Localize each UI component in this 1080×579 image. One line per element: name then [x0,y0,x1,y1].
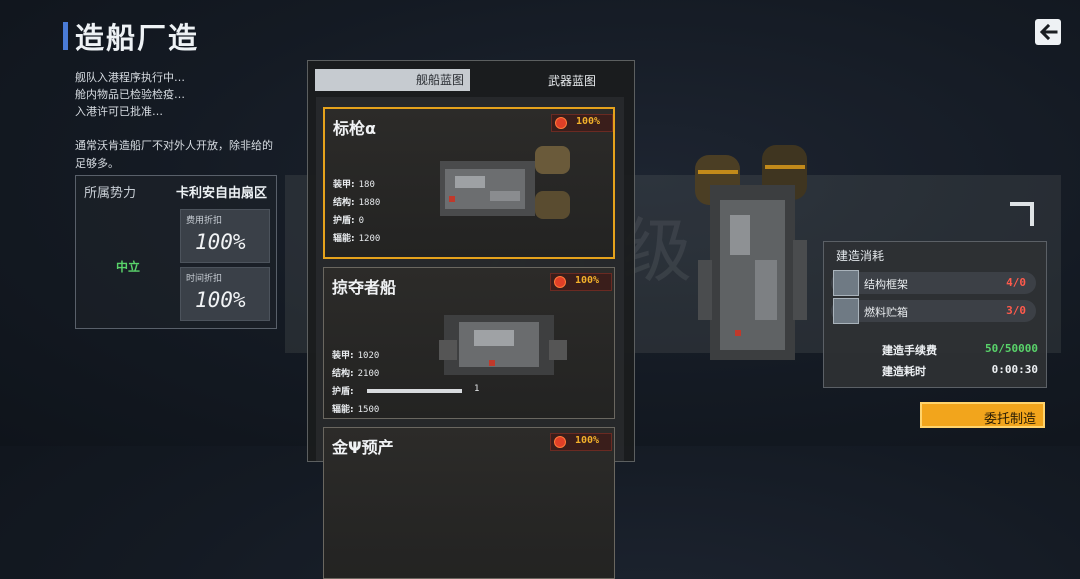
time-discount-value: 100% [195,288,246,312]
alert-icon [554,436,566,448]
title-accent [63,22,68,50]
cost-discount-box: 费用折扣 100% [180,209,270,263]
ship-name: 掠夺者船 [332,278,397,297]
alert-icon [554,276,566,288]
cost-item-label: 结构框架 [864,278,908,291]
blueprint-panel: 舰船蓝图 武器蓝图 标枪α 100% 装甲: 180 结构: 1880 护盾: 0 辐… [307,60,635,579]
page-title: 造船厂造 [75,21,200,55]
ship-badge: 100% [551,114,613,132]
commission-button[interactable]: 委托制造 [920,402,1045,428]
build-fee-label: 建造手续费 [882,344,937,357]
stat-shield: 护盾: 0 [333,216,365,226]
ship-name: 金Ψ预产 [332,438,394,457]
tab-weapon-blueprints[interactable]: 武器蓝图 [548,72,596,89]
faction-label: 所属势力 [84,186,137,201]
frame-icon [833,270,859,296]
faction-value: 卡利安自由扇区 [176,186,268,201]
back-arrow-icon [1039,23,1058,41]
status-message: 舰队入港程序执行中… [75,71,185,84]
ship-sprite-icon [439,315,567,375]
fuel-tank-icon [833,298,859,324]
build-time-label: 建造耗时 [882,365,926,378]
badge-value: 100% [575,435,600,446]
ship-badge: 100% [550,273,612,291]
shield-bar-fill [367,389,462,393]
cost-item: 燃料贮箱 3/0 [831,298,1036,324]
cost-item-value: 3/0 [1006,304,1026,317]
ship-badge: 100% [550,433,612,451]
tab-ship-blueprints[interactable]: 舰船蓝图 [315,69,470,91]
build-time-value: 0:00:30 [991,363,1038,376]
build-cost-panel: 建造消耗 结构框架 4/0 燃料贮箱 3/0 建造手续费 50/50000 建造… [823,241,1047,388]
cost-item-label: 燃料贮箱 [864,306,908,319]
ship-list[interactable]: 标枪α 100% 装甲: 180 结构: 1880 护盾: 0 辐能: 1200 掠夺者… [316,97,624,579]
cost-discount-value: 100% [195,230,246,254]
badge-value: 100% [576,116,601,127]
ship-preview-icon [695,145,807,360]
time-discount-box: 时间折扣 100% [180,267,270,321]
back-button[interactable] [1035,19,1061,45]
ship-card[interactable]: 标枪α 100% 装甲: 180 结构: 1880 护盾: 0 辐能: 1200 [323,107,615,259]
stat-structure: 结构: 1880 [333,198,381,208]
faction-panel: 所属势力 卡利安自由扇区 中立 费用折扣 100% 时间折扣 100% [75,175,277,329]
stat-flux: 辐能: 1500 [332,405,380,415]
badge-value: 100% [575,275,600,286]
stat-armor: 装甲: 180 [333,180,375,190]
stat-shield: 护盾: 1 [332,384,480,397]
ship-name: 标枪α [333,119,376,138]
cost-discount-label: 费用折扣 [186,216,223,226]
ship-card[interactable]: 金Ψ预产 100% [323,427,615,579]
stat-armor: 装甲: 1020 [332,351,380,361]
shipyard-description: 通常沃肯造船厂不对外人开放，除非给的足够多。 [75,139,273,170]
faction-status: 中立 [116,260,141,274]
alert-icon [555,117,567,129]
ship-card[interactable]: 掠夺者船 100% 装甲: 1020 结构: 2100 护盾: 1 辐能: 1500 [323,267,615,419]
stat-flux: 辐能: 1200 [333,234,381,244]
status-message: 入港许可已批准… [75,105,163,118]
status-message: 舱内物品已检验检疫… [75,88,185,101]
stat-structure: 结构: 2100 [332,369,380,379]
ship-sprite-icon [440,146,570,219]
build-cost-title: 建造消耗 [836,249,885,263]
time-discount-label: 时间折扣 [186,274,223,284]
build-fee-value: 50/50000 [985,342,1038,355]
cost-item-value: 4/0 [1006,276,1026,289]
corner-bracket-icon [1010,202,1034,226]
cost-item: 结构框架 4/0 [831,270,1036,296]
